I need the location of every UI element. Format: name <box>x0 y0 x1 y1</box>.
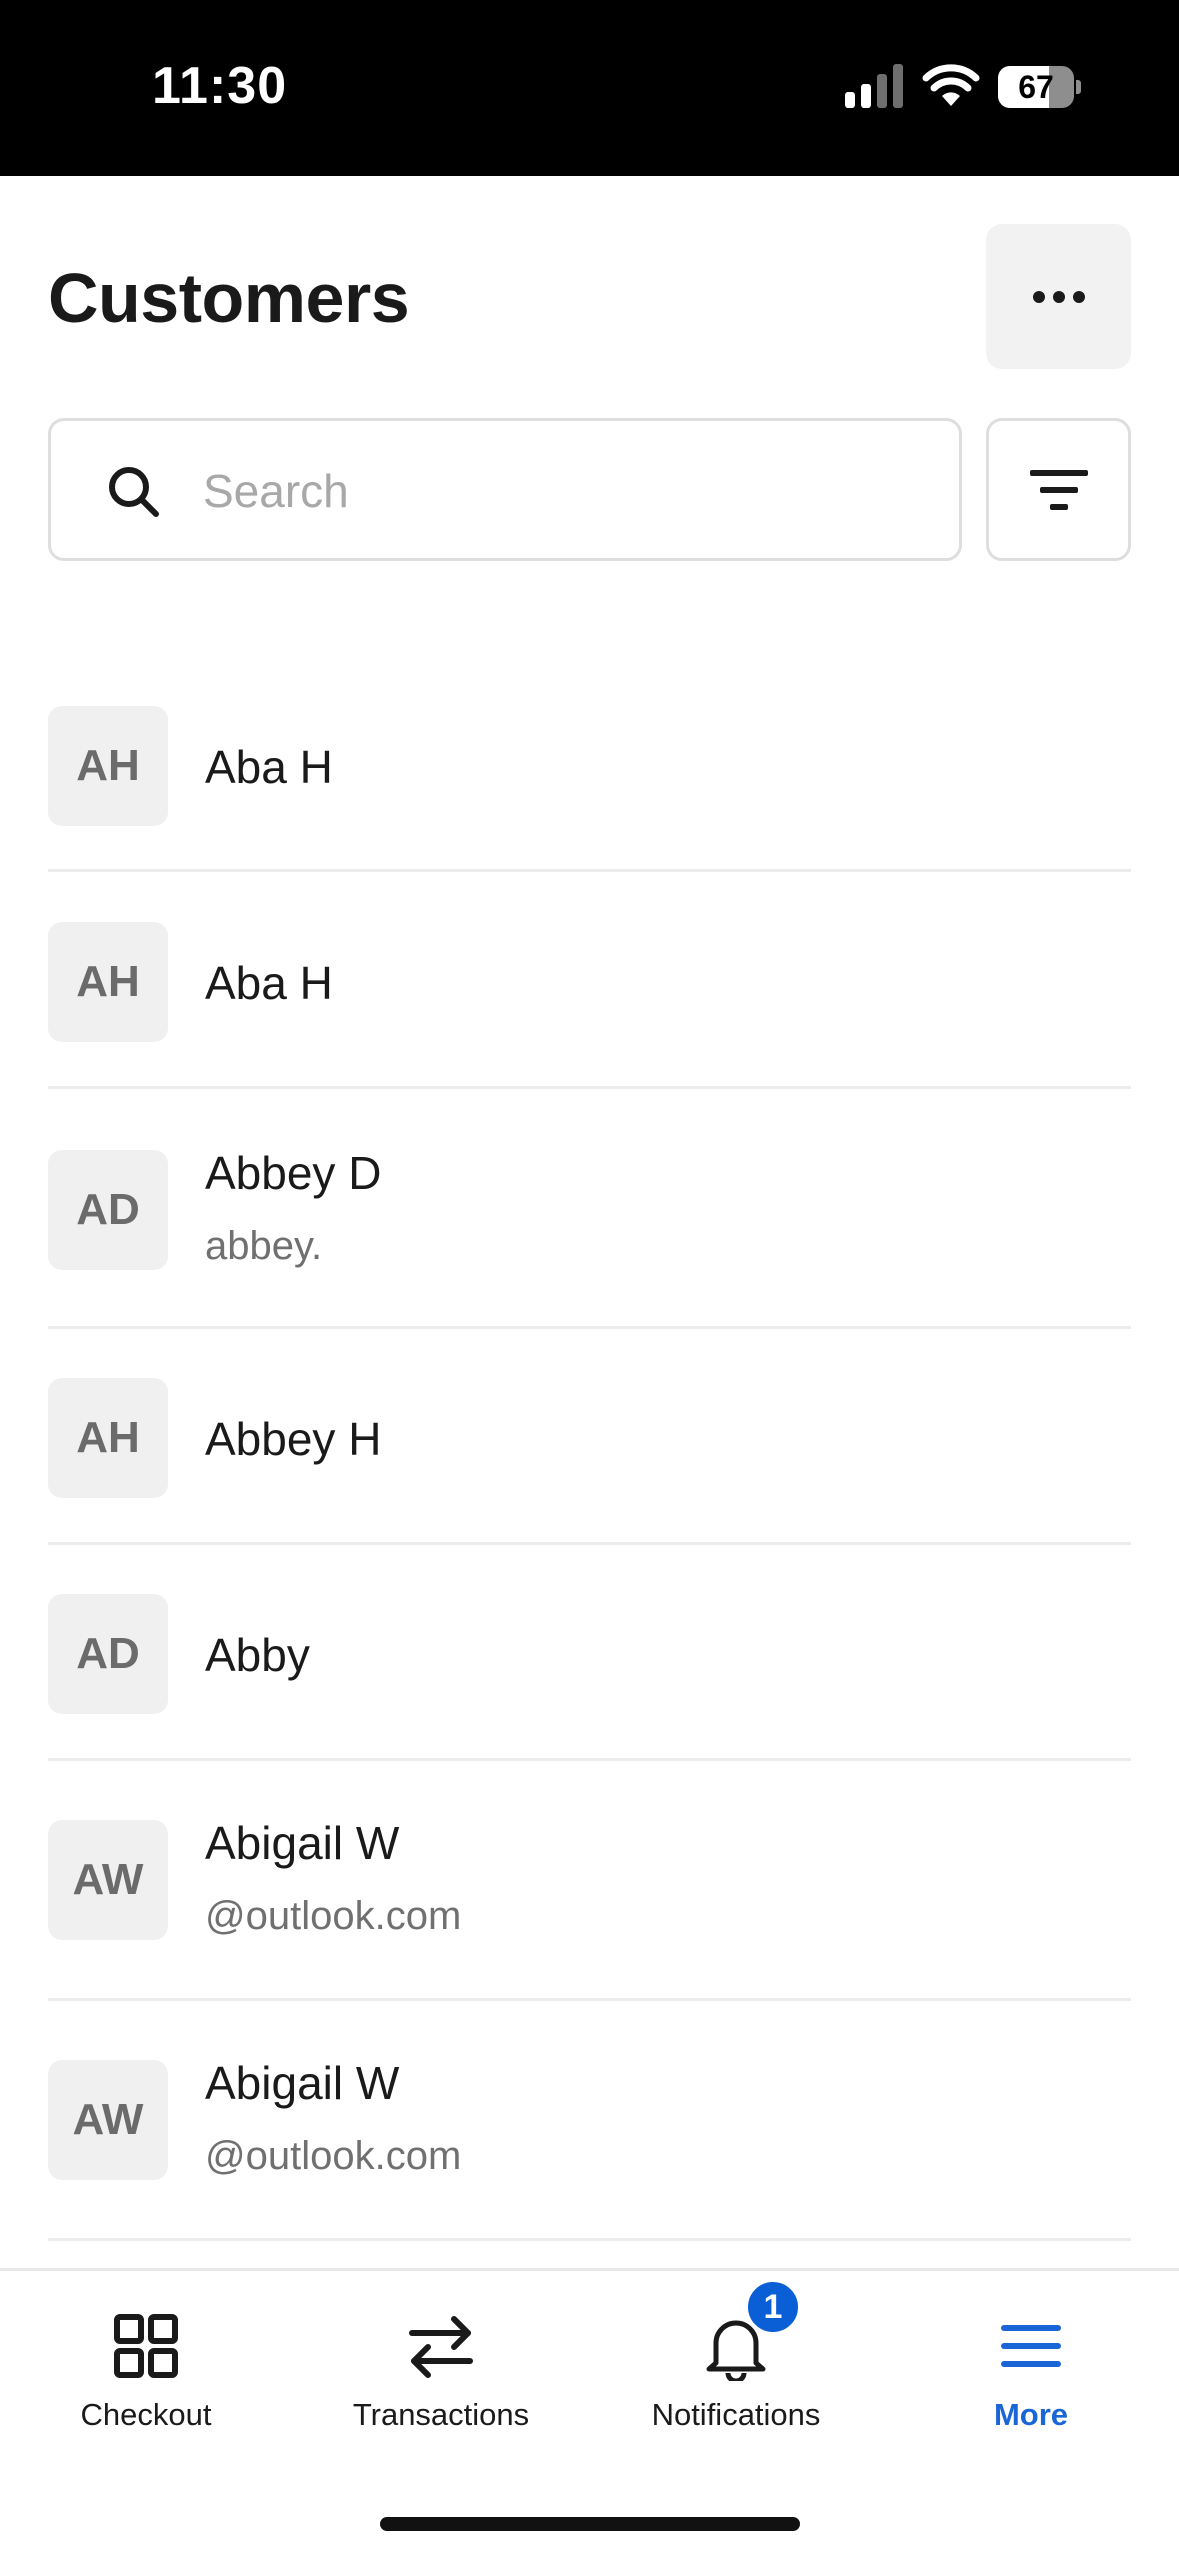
battery-icon: 67 <box>998 66 1081 108</box>
search-box[interactable] <box>48 418 962 561</box>
home-indicator[interactable] <box>380 2517 800 2531</box>
avatar: AW <box>48 1820 168 1940</box>
divider <box>48 1758 1131 1761</box>
divider <box>48 1326 1131 1329</box>
search-input[interactable] <box>203 441 923 541</box>
filter-icon <box>1029 469 1088 510</box>
customer-email: @outlook.com <box>205 1894 462 1938</box>
customer-row[interactable]: AW Abigail W @outlook.com <box>48 1817 1131 2001</box>
divider <box>48 1998 1131 2001</box>
battery-level: 67 <box>1018 69 1054 105</box>
grid-icon <box>114 2314 178 2378</box>
ellipsis-icon <box>1032 290 1085 303</box>
divider <box>48 1542 1131 1545</box>
battery-tip <box>1076 80 1081 94</box>
tab-more[interactable]: More <box>901 2311 1161 2461</box>
divider <box>48 1086 1131 1089</box>
customer-name: Abbey D <box>205 1147 382 1199</box>
tab-bar: Checkout Transactions Notifications More <box>0 2268 1179 2556</box>
tab-notifications[interactable]: Notifications <box>606 2311 866 2461</box>
customer-name: Aba H <box>205 957 333 1009</box>
customer-row[interactable]: AH Abbey H <box>48 1378 1131 1548</box>
divider <box>48 869 1131 872</box>
avatar: AH <box>48 1378 168 1498</box>
customer-email: @outlook.com <box>205 2134 462 2178</box>
customer-name: Aba H <box>205 741 333 793</box>
avatar: AD <box>48 1150 168 1270</box>
customer-name: Abbey H <box>205 1413 382 1465</box>
tab-transactions[interactable]: Transactions <box>311 2311 571 2461</box>
tab-label: More <box>993 2397 1069 2432</box>
customer-row[interactable]: AH Aba H <box>48 706 1131 876</box>
avatar: AW <box>48 2060 168 2180</box>
customer-name: Abigail W <box>205 1817 400 1869</box>
arrows-swap-icon <box>409 2316 473 2378</box>
avatar: AH <box>48 706 168 826</box>
customer-name: Abigail W <box>205 2057 400 2109</box>
status-time: 11:30 <box>152 57 288 115</box>
battery-body: 67 <box>998 66 1074 108</box>
customer-row[interactable]: AH Aba H <box>48 922 1131 1092</box>
tab-label: Notifications <box>651 2397 821 2432</box>
customer-row[interactable]: AW Abigail W @outlook.com <box>48 2057 1131 2241</box>
tab-label: Checkout <box>80 2397 212 2432</box>
tab-label: Transactions <box>352 2397 530 2432</box>
customer-name: Abby <box>205 1629 310 1681</box>
cellular-signal-icon <box>845 64 903 108</box>
notifications-badge: 1 <box>744 2278 802 2336</box>
divider <box>48 2238 1131 2241</box>
avatar: AD <box>48 1594 168 1714</box>
status-bar: 11:30 67 <box>0 0 1179 176</box>
avatar: AH <box>48 922 168 1042</box>
menu-icon <box>1001 2325 1061 2367</box>
customer-email: abbey. <box>205 1224 323 1268</box>
search-icon <box>109 467 159 517</box>
page-title: Customers <box>48 259 410 337</box>
more-options-button[interactable] <box>986 224 1131 369</box>
customer-row[interactable]: AD Abby <box>48 1594 1131 1764</box>
wifi-icon <box>922 64 980 106</box>
tab-checkout[interactable]: Checkout <box>16 2311 276 2461</box>
customer-row[interactable]: AD Abbey D abbey. <box>48 1147 1131 1330</box>
filter-button[interactable] <box>986 418 1131 561</box>
